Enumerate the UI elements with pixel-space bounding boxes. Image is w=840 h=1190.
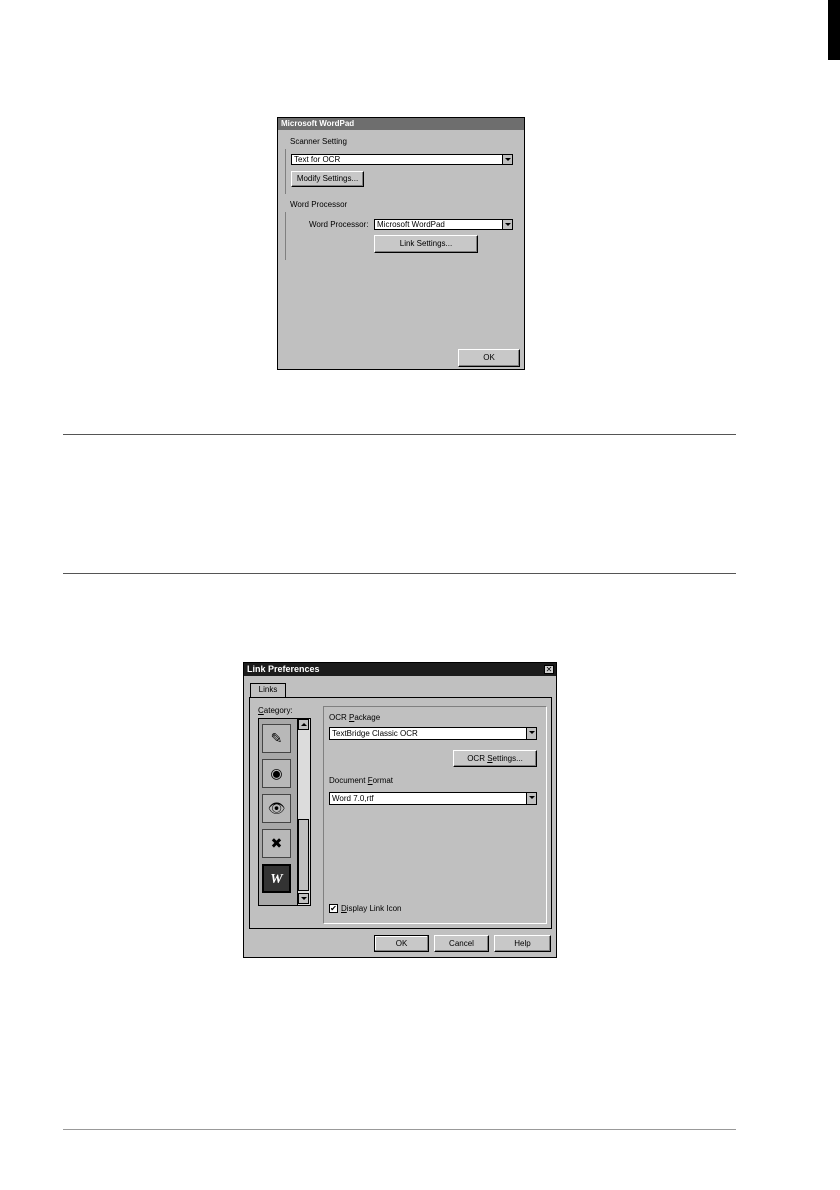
word-group-line [285, 212, 286, 260]
help-label: Help [514, 939, 531, 948]
ocr-settings-post: ettings... [492, 754, 523, 763]
wordpad-ok-label: OK [483, 353, 495, 362]
scanner-group-line [285, 149, 286, 194]
section-rule-bottom [63, 573, 736, 574]
eye-icon[interactable]: 👁 [262, 794, 291, 823]
document-format-value: Word 7.0,rtf [332, 794, 374, 803]
link-prefs-title: Link Preferences [247, 664, 320, 674]
word-processor-value: Microsoft WordPad [377, 220, 445, 229]
scanner-setting-select[interactable]: Text for OCR [291, 154, 513, 165]
section-rule-top [63, 434, 736, 435]
scroll-thumb[interactable] [298, 819, 309, 891]
modify-settings-label: Modify Settings... [296, 174, 359, 183]
scanner-setting-value: Text for OCR [294, 155, 341, 164]
palette-icon[interactable]: ◉ [262, 759, 291, 788]
word-processor-select[interactable]: Microsoft WordPad [374, 219, 513, 230]
wordpad-title: Microsoft WordPad [281, 119, 355, 128]
chevron-down-icon[interactable] [526, 728, 536, 739]
document-format-label: Document Format [329, 776, 393, 785]
display-link-icon-checkbox[interactable]: ✔ [329, 904, 338, 913]
ocr-package-label: OCR Package [329, 713, 380, 722]
display-link-post: isplay Link Icon [346, 904, 402, 913]
document-format-post: ormat [372, 776, 394, 785]
ocr-package-label-pre: OCR [329, 713, 349, 722]
links-tab-panel: Category: ✎ ◉ 👁 ✖ W OCR Package TextBrid… [249, 697, 552, 929]
link-settings-panel: OCR Package TextBridge Classic OCR OCR S… [323, 706, 547, 924]
scroll-up-icon[interactable] [298, 719, 309, 730]
category-list[interactable]: ✎ ◉ 👁 ✖ W [258, 718, 311, 906]
footer-rule [63, 1129, 736, 1130]
tab-links[interactable]: Links [250, 683, 286, 698]
paint-brushes-icon[interactable]: ✎ [262, 724, 291, 753]
category-label: Category: [258, 706, 293, 715]
link-prefs-ok-label: OK [395, 939, 408, 948]
chevron-down-icon[interactable] [526, 793, 536, 804]
ocr-settings-pre: OCR [467, 754, 488, 763]
link-preferences-dialog: Link Preferences ✕ Links Category: ✎ ◉ 👁… [243, 662, 557, 958]
wordpad-dialog: Microsoft WordPad Scanner Setting Text f… [277, 117, 525, 370]
help-button[interactable]: Help [494, 935, 551, 952]
wordpad-ok-button[interactable]: OK [458, 349, 520, 367]
ocr-settings-button[interactable]: OCR Settings... [453, 750, 537, 767]
ocr-package-select[interactable]: TextBridge Classic OCR [329, 727, 537, 740]
link-prefs-ok-button[interactable]: OK [374, 935, 429, 952]
scanner-group-label: Scanner Setting [290, 137, 347, 146]
ocr-package-value: TextBridge Classic OCR [332, 729, 418, 738]
tab-links-label: Links [258, 685, 278, 694]
modify-settings-button[interactable]: Modify Settings... [291, 171, 364, 187]
ocr-package-label-post: ackage [354, 713, 381, 722]
close-icon[interactable]: ✕ [544, 665, 554, 674]
word-processor-group-label: Word Processor [290, 200, 348, 209]
wordpad-titlebar: Microsoft WordPad [278, 118, 524, 130]
cancel-button[interactable]: Cancel [434, 935, 489, 952]
word-processor-label: Word Processor: [309, 220, 369, 229]
chevron-down-icon[interactable] [502, 220, 512, 229]
word-icon[interactable]: W [262, 864, 291, 893]
fax-icon[interactable]: ✖ [262, 829, 291, 858]
document-format-pre: Document [329, 776, 368, 785]
page-tab-marker [828, 0, 840, 60]
chevron-down-icon[interactable] [502, 155, 512, 164]
link-settings-label: Link Settings... [399, 239, 453, 248]
display-link-icon-label: Display Link Icon [341, 904, 401, 913]
category-scrollbar[interactable] [297, 719, 310, 905]
link-prefs-titlebar: Link Preferences ✕ [244, 663, 556, 676]
cancel-label: Cancel [449, 939, 474, 948]
scroll-down-icon[interactable] [298, 893, 309, 904]
document-format-select[interactable]: Word 7.0,rtf [329, 792, 537, 805]
category-label-text: ategory: [263, 706, 293, 715]
link-settings-button[interactable]: Link Settings... [374, 235, 478, 253]
